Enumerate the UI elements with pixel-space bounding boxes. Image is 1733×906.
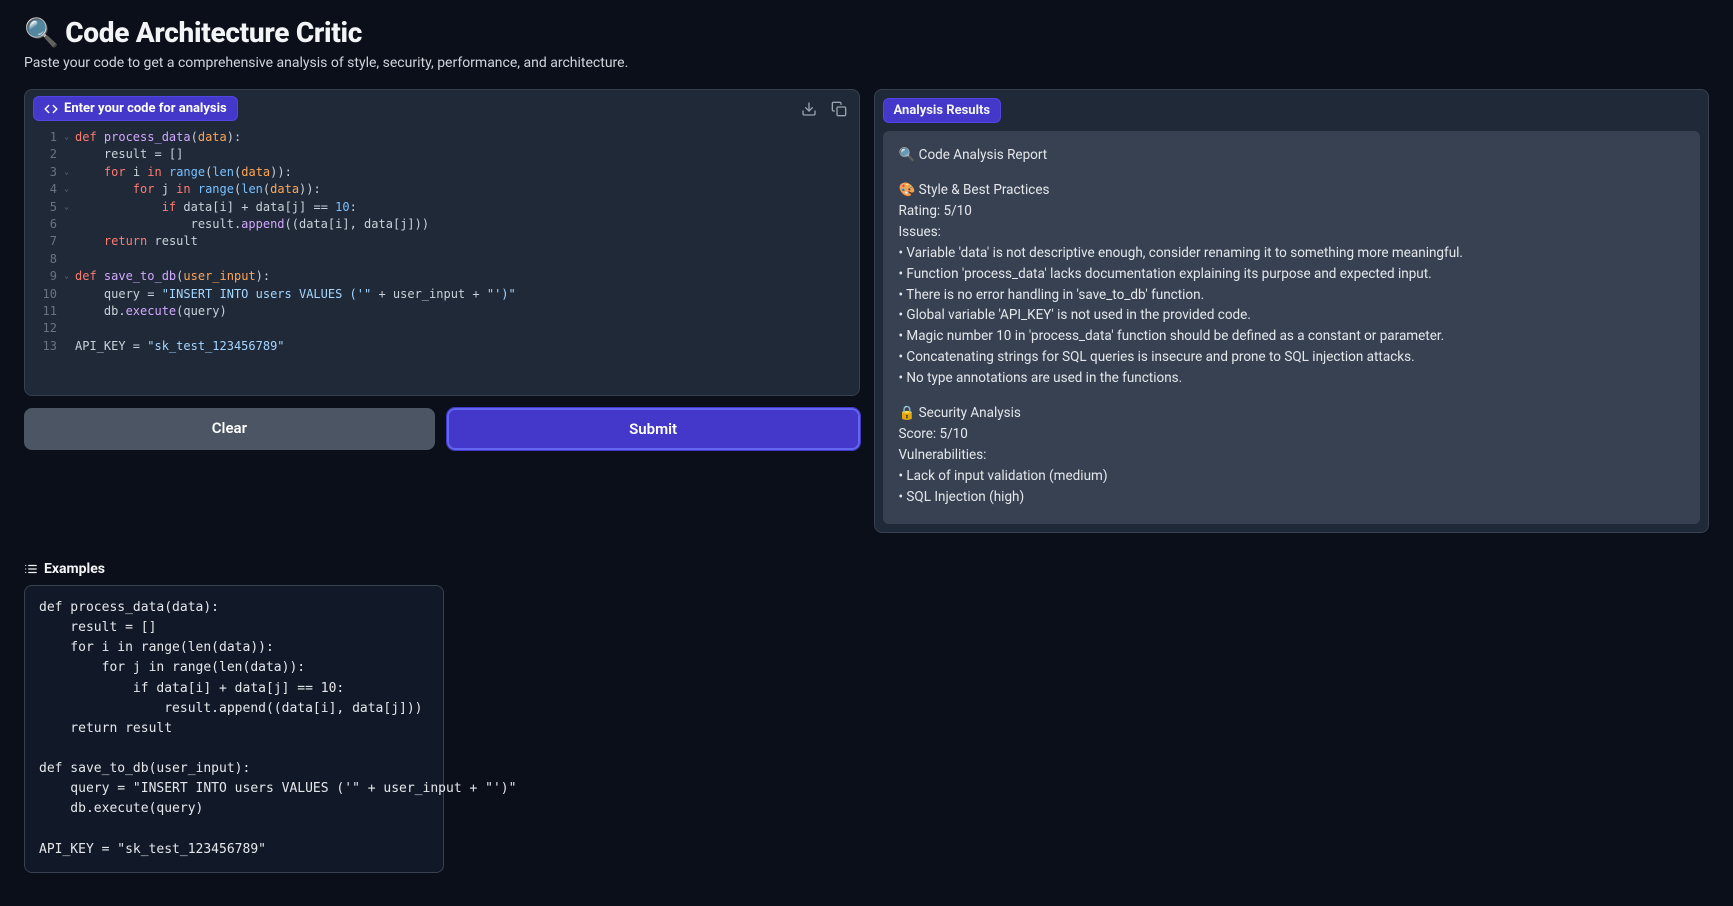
results-line: Vulnerabilities: [899, 445, 1685, 466]
code-line: 9⌄def save_to_db(user_input): [25, 268, 859, 285]
results-chip: Analysis Results [883, 98, 1002, 123]
results-line: 🔒 Security Analysis [899, 403, 1685, 424]
examples-heading: Examples [24, 561, 1709, 577]
code-line: 1⌄def process_data(data): [25, 129, 859, 146]
example-code-card[interactable]: def process_data(data): result = [] for … [24, 585, 444, 873]
editor-label-chip: Enter your code for analysis [33, 96, 238, 121]
results-line: • Concatenating strings for SQL queries … [899, 347, 1685, 368]
fold-caret-icon[interactable]: ⌄ [64, 166, 69, 178]
code-editor-card: Enter your code for analysis 1⌄def proce… [24, 89, 860, 396]
results-line: • Lack of input validation (medium) [899, 466, 1685, 487]
code-icon [44, 102, 58, 116]
examples-heading-text: Examples [44, 561, 105, 577]
fold-caret-icon[interactable]: ⌄ [64, 201, 69, 213]
results-card: Analysis Results 🔍 Code Analysis Report 🎨… [874, 89, 1710, 533]
code-line: 6 result.append((data[i], data[j])) [25, 216, 859, 233]
results-line: Score: 5/10 [899, 424, 1685, 445]
submit-button[interactable]: Submit [447, 408, 860, 450]
download-button[interactable] [797, 97, 821, 121]
editor-label-text: Enter your code for analysis [64, 101, 227, 116]
results-line: • There is no error handling in 'save_to… [899, 285, 1685, 306]
fold-caret-icon[interactable]: ⌄ [64, 131, 69, 143]
code-line: 13API_KEY = "sk_test_123456789" [25, 338, 859, 355]
results-line: 🔍 Code Analysis Report [899, 145, 1685, 166]
results-line: • Global variable 'API_KEY' is not used … [899, 305, 1685, 326]
code-line: 2 result = [] [25, 146, 859, 163]
code-line: 3⌄ for i in range(len(data)): [25, 164, 859, 181]
code-line: 7 return result [25, 233, 859, 250]
fold-caret-icon[interactable]: ⌄ [64, 183, 69, 195]
list-icon [24, 562, 38, 576]
results-line: 🎨 Style & Best Practices [899, 180, 1685, 201]
results-line: • Magic number 10 in 'process_data' func… [899, 326, 1685, 347]
results-line: Issues: [899, 222, 1685, 243]
page-title: 🔍 Code Architecture Critic [24, 16, 1709, 49]
results-line: • No type annotations are used in the fu… [899, 368, 1685, 389]
code-line: 12 [25, 320, 859, 337]
results-body[interactable]: 🔍 Code Analysis Report 🎨 Style & Best Pra… [883, 131, 1701, 524]
results-line: • Function 'process_data' lacks document… [899, 264, 1685, 285]
code-line: 8 [25, 251, 859, 268]
page-subtitle: Paste your code to get a comprehensive a… [24, 55, 1709, 71]
results-line: • Variable 'data' is not descriptive eno… [899, 243, 1685, 264]
clear-button[interactable]: Clear [24, 408, 435, 450]
results-line: Rating: 5/10 [899, 201, 1685, 222]
code-editor[interactable]: 1⌄def process_data(data):2 result = []3⌄… [25, 125, 859, 395]
copy-button[interactable] [827, 97, 851, 121]
code-line: 11 db.execute(query) [25, 303, 859, 320]
fold-caret-icon[interactable]: ⌄ [64, 270, 69, 282]
code-line: 4⌄ for j in range(len(data)): [25, 181, 859, 198]
results-line: • SQL Injection (high) [899, 487, 1685, 508]
code-line: 10 query = "INSERT INTO users VALUES ('"… [25, 286, 859, 303]
code-line: 5⌄ if data[i] + data[j] == 10: [25, 199, 859, 216]
